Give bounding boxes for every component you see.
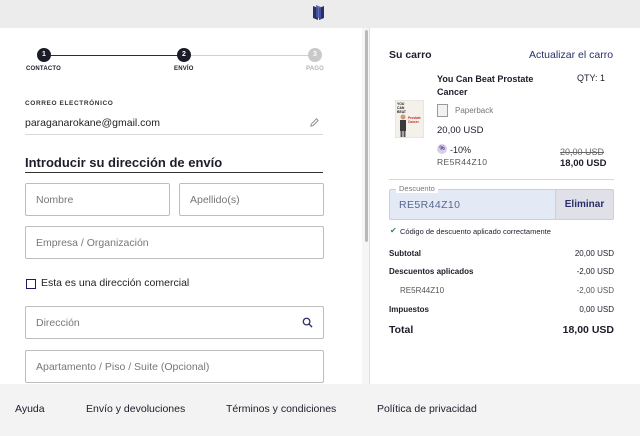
cart-title: Su carro: [389, 49, 432, 61]
book-logo-icon[interactable]: [311, 4, 327, 22]
shipping-title-underline: [25, 172, 323, 173]
subtotal-value: 20,00 USD: [574, 249, 614, 258]
pencil-edit-icon[interactable]: [309, 117, 320, 128]
step-3-dot: 3: [308, 48, 322, 62]
book-cover-image[interactable]: YOU CAN BEAT Prostate Cancer: [395, 100, 424, 138]
paperback-icon: [437, 104, 448, 117]
cover-text-beat: BEAT: [397, 110, 407, 114]
panel-divider: [369, 28, 370, 384]
discount-percent-icon: %: [437, 144, 447, 154]
address-input[interactable]: [25, 306, 324, 339]
discount-code-value[interactable]: RE5R44Z10: [399, 199, 460, 211]
check-icon: ✔: [390, 226, 397, 235]
stepper-line-pending: [184, 55, 315, 56]
discount-label: Descuento: [396, 184, 438, 193]
commercial-address-label[interactable]: Esta es una dirección comercial: [41, 277, 189, 289]
applied-discounts-label: Descuentos aplicados: [389, 267, 474, 276]
discount-code-summary-label: RE5R44Z10: [400, 286, 445, 295]
commercial-address-checkbox[interactable]: [26, 279, 36, 289]
footer-link-help[interactable]: Ayuda: [15, 403, 45, 415]
top-bar: [0, 0, 640, 28]
cart-item-discount-pct: -10%: [450, 145, 472, 155]
taxes-value: 0,00 USD: [579, 305, 614, 314]
cart-item-discount-code: RE5R44Z10: [437, 157, 488, 167]
cart-item-title[interactable]: You Can Beat Prostate Cancer: [437, 73, 547, 99]
first-name-input[interactable]: [25, 183, 170, 216]
cart-item-qty: QTY: 1: [577, 73, 606, 83]
last-name-input[interactable]: [179, 183, 324, 216]
cart-item-format: Paperback: [455, 106, 494, 115]
step-3-label: PAGO: [306, 66, 325, 72]
discount-code-summary-value: -2,00 USD: [576, 286, 614, 295]
footer-link-privacy[interactable]: Política de privacidad: [377, 403, 477, 415]
footer-link-terms[interactable]: Términos y condiciones: [226, 403, 336, 415]
cart-item-price: 20,00 USD: [437, 125, 484, 136]
update-cart-link[interactable]: Actualizar el carro: [529, 49, 613, 61]
search-icon[interactable]: [302, 317, 313, 328]
taxes-label: Impuestos: [389, 305, 430, 314]
cart-divider: [389, 179, 614, 180]
step-2-label: ENVÍO: [174, 66, 194, 72]
email-value: paraganarokane@gmail.com: [25, 117, 160, 129]
cart-item-new-price: 18,00 USD: [560, 158, 607, 169]
cover-text-cancer: Cancer: [408, 120, 420, 124]
checkout-form-panel: 1 CONTACTO 2 ENVÍO 3 PAGO CORREO ELECTRÓ…: [0, 28, 362, 384]
subtotal-label: Subtotal: [389, 249, 421, 258]
total-value: 18,00 USD: [562, 324, 614, 336]
stepper-line-done: [44, 55, 184, 56]
step-1-dot: 1: [37, 48, 51, 62]
email-label: CORREO ELECTRÓNICO: [25, 100, 114, 107]
applied-discounts-value: -2,00 USD: [576, 267, 614, 276]
cart-item-old-price: 20,00 USD: [560, 147, 605, 157]
step-1-label: CONTACTO: [26, 66, 62, 72]
discount-success-message: Código de descuento aplicado correctamen…: [400, 227, 551, 236]
shipping-title: Introducir su dirección de envío: [25, 155, 223, 170]
apartment-input[interactable]: [25, 350, 324, 383]
scrollbar-thumb[interactable]: [365, 30, 368, 242]
footer: Ayuda Envío y devoluciones Términos y co…: [0, 384, 640, 436]
step-2-dot: 2: [177, 48, 191, 62]
company-input[interactable]: [25, 226, 324, 259]
footer-link-shipping-returns[interactable]: Envío y devoluciones: [86, 403, 185, 415]
email-divider: [25, 134, 323, 135]
remove-discount-button[interactable]: Eliminar: [555, 189, 614, 220]
total-label: Total: [389, 324, 414, 336]
